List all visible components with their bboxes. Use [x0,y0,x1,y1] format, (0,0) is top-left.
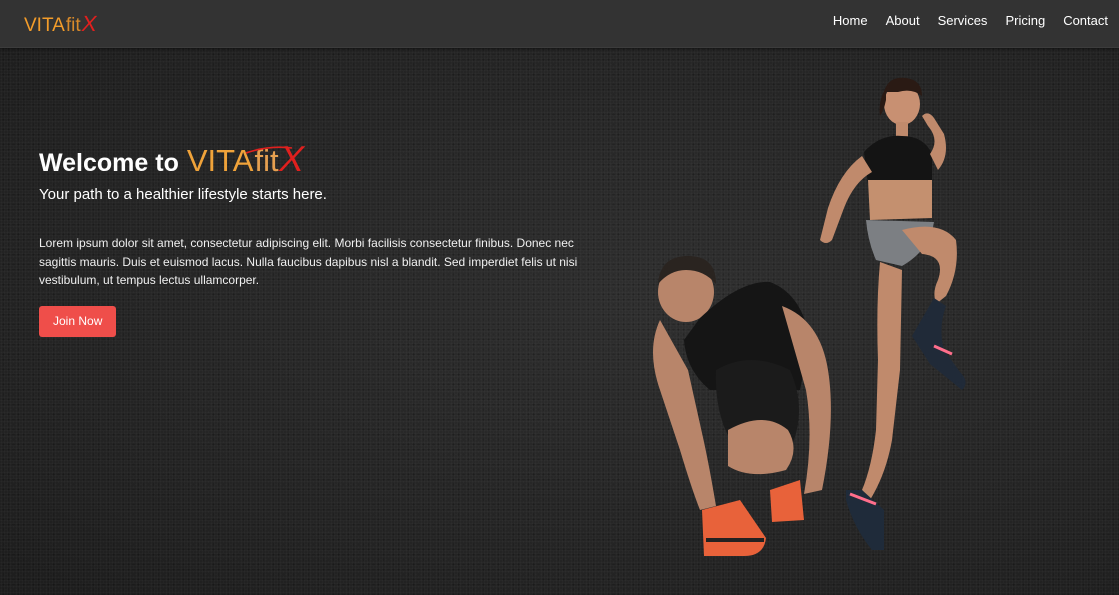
hero-body-text: Lorem ipsum dolor sit amet, consectetur … [39,236,578,287]
hero-section: Welcome to VITA fit X Your path to a hea… [39,138,584,337]
athletes-photo-icon [653,77,966,556]
logo-text-fit: fit [65,15,81,36]
hero-subtitle: Your path to a healthier lifestyle start… [39,186,327,203]
navbar: VITA fit X Home About Services Pricing C… [0,0,1119,48]
nav-link-pricing[interactable]: Pricing [1005,13,1045,29]
brand-logo[interactable]: VITA fit X [24,11,99,38]
woman-figure [820,77,966,550]
man-figure [653,256,831,556]
hero-brand-logo: VITA fit X [187,138,308,180]
hero-title-prefix: Welcome to [39,149,179,177]
nav-link-about[interactable]: About [886,13,920,29]
logo-text-vita: VITA [24,15,65,36]
logo-text-x: X [79,11,99,36]
join-now-button[interactable]: Join Now [39,305,117,337]
hero-title: Welcome to VITA fit X [39,138,584,182]
brand-swoosh-icon [245,146,292,154]
nav-link-services[interactable]: Services [938,13,988,29]
page-background: VITA fit X Home About Services Pricing C… [0,0,1119,595]
nav-links: Home About Services Pricing Contact [833,13,1108,29]
nav-link-contact[interactable]: Contact [1063,13,1108,29]
nav-link-home[interactable]: Home [833,13,868,29]
